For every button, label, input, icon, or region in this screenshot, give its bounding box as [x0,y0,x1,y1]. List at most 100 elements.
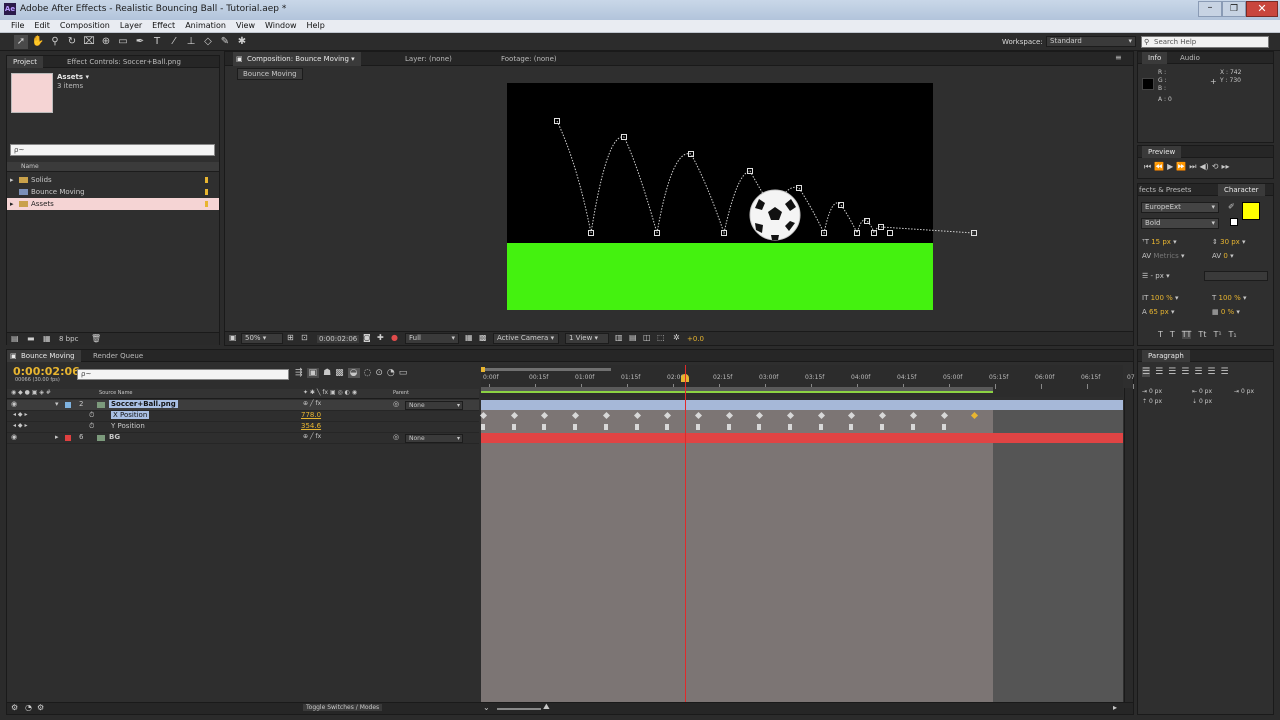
faux-italic-icon[interactable]: T [1170,330,1175,339]
draft-3d-icon[interactable]: ▣ [306,368,320,378]
new-comp-icon[interactable]: ▦ [43,334,51,343]
keyframe-diamond[interactable] [786,411,795,420]
keyframe-easy-ease[interactable] [849,424,854,430]
label-color-tag[interactable] [205,189,208,195]
vertical-scale-value[interactable]: 100 % [1151,294,1173,302]
camera-tool-icon[interactable]: ⌧ [82,35,96,49]
shy-layers-icon[interactable]: ☗ [323,368,331,378]
eraser-tool-icon[interactable]: ◇ [201,35,215,49]
menu-item-help[interactable]: Help [302,21,330,30]
fast-preview-icon[interactable]: ▦ [465,333,473,342]
menu-item-file[interactable]: File [6,21,29,30]
live-update-icon[interactable]: ◔ [387,368,395,378]
keyframe-easy-ease[interactable] [818,424,823,430]
expand-transfer-icon[interactable]: ◔ [25,703,32,712]
keyframe-easy-ease[interactable] [603,424,608,430]
brainstorm-icon[interactable]: ◌ [364,368,372,378]
menu-item-window[interactable]: Window [260,21,302,30]
zoom-select[interactable]: 50% ▾ [241,333,283,344]
fill-color-swatch[interactable] [1242,202,1260,220]
keyframe-diamond[interactable] [971,411,979,420]
audio-icon[interactable]: ◀) [1200,162,1209,172]
preview-toggle-icon[interactable]: ▣ [229,333,237,342]
stopwatch-icon[interactable]: ⏱ [89,411,94,420]
zoom-out-icon[interactable]: ⌄ [483,703,490,712]
keyframe-diamond[interactable] [848,411,856,420]
snapshot-icon[interactable]: ◙ [363,333,371,342]
scroll-right-icon[interactable]: ▸ [1113,703,1117,712]
indent-left-value[interactable]: 0 px [1149,388,1162,395]
motion-blur-icon[interactable]: ◒ [347,368,360,378]
layer-switches[interactable]: ⊕ ╱ fx [303,433,321,440]
project-item[interactable]: ▸ Solids [7,174,219,186]
subscript-icon[interactable]: T₁ [1229,330,1237,339]
keyframe-easy-ease[interactable] [880,424,885,430]
font-size-value[interactable]: 15 px [1151,238,1171,246]
keyframe-diamond[interactable] [664,411,672,420]
stopwatch-icon[interactable]: ⏱ [89,422,94,431]
font-style-select[interactable]: Bold ▾ [1141,218,1219,229]
play-icon[interactable]: ▶ [1167,162,1173,172]
keyframe-easy-ease[interactable] [910,424,915,430]
baseline-shift-value[interactable]: 65 px [1149,308,1169,316]
layer-row[interactable]: ◉ ▾ 2 Soccer+Ball.png ⊕ ╱ fx ◎ None ▾ [7,400,479,411]
transparency-grid-icon[interactable]: ▩ [479,333,487,342]
parent-pickwhip-icon[interactable]: ◎ [393,400,399,408]
keyframe-diamond[interactable] [725,411,733,420]
keyframe-diamond[interactable] [909,411,917,420]
timeline-vertical-scrollbar[interactable] [1124,388,1133,702]
toggle-switches-modes-button[interactable]: Toggle Switches / Modes [303,704,383,711]
keyframe-diamond[interactable] [541,411,549,420]
all-caps-icon[interactable]: TT [1181,330,1192,339]
menu-item-edit[interactable]: Edit [29,21,55,30]
exposure-value[interactable]: +0.0 [687,335,704,343]
label-color-tag[interactable] [205,201,208,207]
show-snapshot-icon[interactable]: ✚ [377,333,384,342]
small-caps-icon[interactable]: Tt [1198,330,1206,339]
tsume-value[interactable]: 0 % [1221,308,1234,316]
keyframe-easy-ease[interactable] [634,424,639,430]
brush-tool-icon[interactable]: ⁄ [167,35,181,49]
prev-frame-icon[interactable]: ⏪ [1154,162,1164,172]
superscript-icon[interactable]: T¹ [1213,330,1221,339]
clone-tool-icon[interactable]: ⊥ [184,35,198,49]
exposure-icon[interactable]: ✲ [673,333,680,342]
keyframe-navigator[interactable]: ◂ ◆ ▸ [13,422,27,429]
timeline-search-input[interactable]: ρ~ [77,369,289,380]
selection-tool-icon[interactable]: ➚ [14,35,28,49]
keyframe-easy-ease[interactable] [542,424,547,430]
auto-keyframe-icon[interactable]: ⊙ [375,368,383,378]
tab-footage[interactable]: Footage: (none) [495,52,563,64]
zoom-tool-icon[interactable]: ⚲ [48,35,62,49]
menu-item-animation[interactable]: Animation [180,21,231,30]
keyframe-navigator[interactable]: ◂ ◆ ▸ [13,411,27,418]
work-area-start[interactable] [481,367,485,372]
graph-editor-icon[interactable]: ▭ [399,368,408,378]
track-area[interactable] [479,365,1123,702]
reset-exposure-icon[interactable]: ▤ [629,333,637,342]
property-value[interactable]: 778.0 [301,411,321,419]
stroke-color-swatch[interactable] [1230,218,1238,226]
align-right-icon[interactable]: ☰ [1168,367,1176,377]
keyframe-diamond[interactable] [479,411,488,420]
parent-pickwhip-icon[interactable]: ◎ [393,433,399,441]
keyframe-easy-ease[interactable] [481,424,485,430]
tab-paragraph[interactable]: Paragraph [1142,350,1190,362]
tab-project[interactable]: Project [7,56,43,68]
soccer-ball[interactable] [749,189,801,241]
align-center-icon[interactable]: ☰ [1155,367,1163,377]
tracking-value[interactable]: 0 [1223,252,1227,260]
trash-icon[interactable]: 🗑 [91,334,101,343]
resolution-select[interactable]: Full ▾ [405,333,459,344]
project-search-input[interactable]: ρ~ [10,144,215,156]
justify-right-icon[interactable]: ☰ [1207,367,1215,377]
tab-layer[interactable]: Layer: (none) [399,52,458,64]
comp-timecode[interactable]: 0:00:02:06 [317,335,360,343]
rotate-tool-icon[interactable]: ↻ [65,35,79,49]
comp-subtab[interactable]: Bounce Moving [237,68,303,80]
keyframe-easy-ease[interactable] [573,424,578,430]
property-value[interactable]: 354.6 [301,422,321,430]
keyframe-diamond[interactable] [817,411,825,420]
stroke-style-select[interactable] [1204,271,1268,281]
roto-tool-icon[interactable]: ✎ [218,35,232,49]
